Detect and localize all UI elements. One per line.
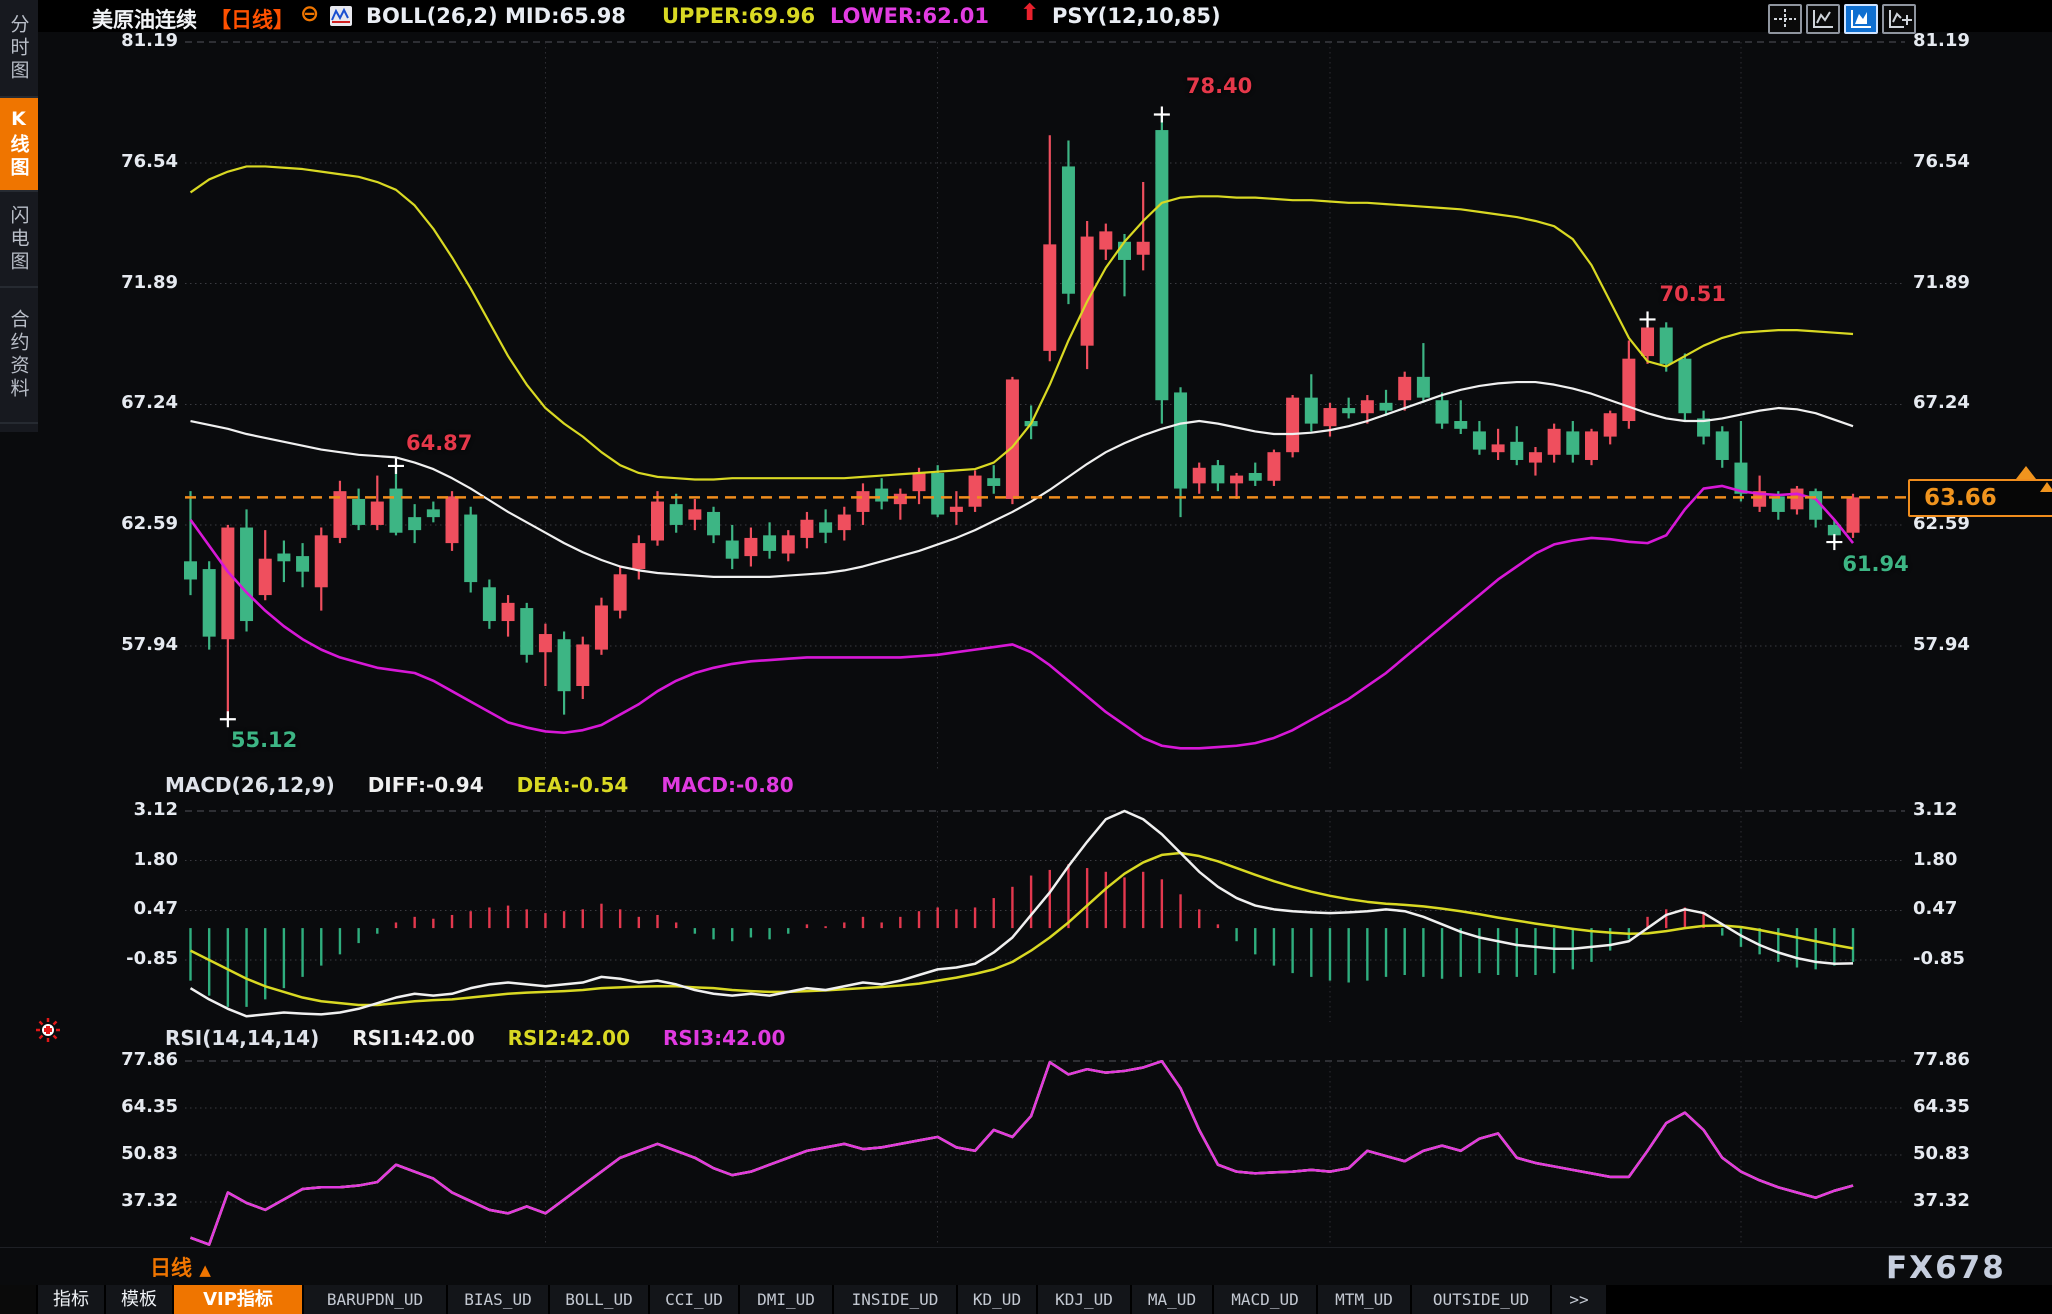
footer-divider — [0, 1247, 2052, 1248]
bottom-tab-MA_UD[interactable]: MA_UD — [1132, 1285, 1212, 1314]
bottom-tab-BOLL_UD[interactable]: BOLL_UD — [550, 1285, 648, 1314]
macd-macd-value: MACD:-0.80 — [661, 773, 793, 797]
y-axis-label: 1.80 — [100, 849, 178, 870]
price-low-annotation: 55.12 — [231, 728, 297, 752]
bottom-tab-OUTSIDE_UD[interactable]: OUTSIDE_UD — [1412, 1285, 1550, 1314]
rsi-legend: RSI(14,14,14) RSI1:42.00 RSI2:42.00 RSI3… — [165, 1026, 811, 1050]
macd-legend: MACD(26,12,9) DIFF:-0.94 DEA:-0.54 MACD:… — [165, 773, 820, 797]
y-axis-label: 64.35 — [1913, 1096, 1970, 1117]
tab-bar-spacer — [0, 1285, 36, 1314]
y-axis-label: 67.24 — [1913, 392, 1970, 413]
indicator-mini-icon[interactable] — [330, 6, 352, 26]
scroll-latest-icon[interactable] — [2016, 466, 2036, 479]
y-axis-label: 71.89 — [1913, 272, 1970, 293]
bottom-tab-bar: 指标模板VIP指标BARUPDN_UDBIAS_UDBOLL_UDCCI_UDD… — [0, 1285, 2052, 1314]
layout-add-icon[interactable] — [1882, 4, 1916, 34]
bottom-tab-模板[interactable]: 模板 — [106, 1285, 172, 1314]
y-axis-label: 71.89 — [100, 272, 178, 293]
up-arrow-icon: ⬆ — [1020, 0, 1039, 26]
y-axis-label: 57.94 — [100, 634, 178, 655]
bottom-tab-VIP指标[interactable]: VIP指标 — [174, 1285, 302, 1314]
watermark: FX678 — [1886, 1250, 2006, 1286]
bottom-tab-BARUPDN_UD[interactable]: BARUPDN_UD — [304, 1285, 446, 1314]
bottom-tab-MTM_UD[interactable]: MTM_UD — [1318, 1285, 1410, 1314]
layout-single-icon[interactable] — [1806, 4, 1840, 34]
sidebar-item-1[interactable]: K线图 — [0, 98, 38, 192]
latest-marker-icon — [2040, 482, 2052, 492]
y-axis-label: -0.85 — [100, 948, 178, 969]
period-selector[interactable]: 日线 ▲ — [150, 1252, 211, 1282]
macd-diff-value: DIFF:-0.94 — [368, 773, 484, 797]
symbol-title: 美原油连续 — [92, 4, 197, 34]
sidebar-item-3[interactable]: 合约资料 — [0, 288, 38, 424]
psy-legend: PSY(12,10,85) — [1052, 4, 1221, 28]
last-price-tag: 63.66 — [1908, 479, 2052, 517]
boll-legend: BOLL(26,2) MID:65.98 — [366, 4, 626, 28]
bottom-tab-DMI_UD[interactable]: DMI_UD — [740, 1285, 832, 1314]
rsi-title: RSI(14,14,14) — [165, 1026, 319, 1050]
y-axis-label: 64.35 — [100, 1096, 178, 1117]
y-axis-label: 1.80 — [1913, 849, 1957, 870]
bottom-tab-指标[interactable]: 指标 — [38, 1285, 104, 1314]
y-axis-label: 3.12 — [100, 799, 178, 820]
bottom-tab-KD_UD[interactable]: KD_UD — [958, 1285, 1036, 1314]
rsi3-value: RSI3:42.00 — [663, 1026, 785, 1050]
macd-dea-value: DEA:-0.54 — [517, 773, 629, 797]
sidebar-item-2[interactable]: 闪电图 — [0, 192, 38, 288]
bottom-tab-more[interactable]: >> — [1552, 1285, 1606, 1314]
bottom-tab-MACD_UD[interactable]: MACD_UD — [1214, 1285, 1316, 1314]
rsi2-value: RSI2:42.00 — [508, 1026, 630, 1050]
boll-lower-legend: LOWER:62.01 — [830, 4, 989, 28]
y-axis-label: 37.32 — [1913, 1190, 1970, 1211]
y-axis-label: 57.94 — [1913, 634, 1970, 655]
rsi1-value: RSI1:42.00 — [352, 1026, 474, 1050]
sidebar-item-0[interactable]: 分时图 — [0, 0, 38, 98]
layout-split-icon[interactable] — [1844, 4, 1878, 34]
bottom-tab-KDJ_UD[interactable]: KDJ_UD — [1038, 1285, 1130, 1314]
chart-canvas[interactable] — [0, 0, 2052, 1314]
bottom-tab-CCI_UD[interactable]: CCI_UD — [650, 1285, 738, 1314]
y-axis-label: 77.86 — [100, 1049, 178, 1070]
sidebar: 分时图K线图闪电图合约资料 — [0, 0, 38, 432]
y-axis-label: 67.24 — [100, 392, 178, 413]
y-axis-label: 37.32 — [100, 1190, 178, 1211]
boll-upper-legend: UPPER:69.96 — [662, 4, 815, 28]
chevron-up-icon: ▲ — [199, 1261, 211, 1279]
y-axis-label: 77.86 — [1913, 1049, 1970, 1070]
price-high-annotation: 70.51 — [1660, 282, 1726, 306]
y-axis-label: 62.59 — [100, 513, 178, 534]
pan-crosshair-icon[interactable] — [1768, 4, 1802, 34]
zoom-out-icon[interactable]: ⊖ — [300, 1, 319, 27]
period-tag: 【日线】 — [210, 4, 294, 34]
title-bar: 美原油连续 【日线】 ⊖ BOLL(26,2) MID:65.98 UPPER:… — [0, 0, 2052, 32]
y-axis-label: 76.54 — [100, 151, 178, 172]
macd-title: MACD(26,12,9) — [165, 773, 335, 797]
y-axis-label: 76.54 — [1913, 151, 1970, 172]
y-axis-label: -0.85 — [1913, 948, 1965, 969]
y-axis-label: 50.83 — [100, 1143, 178, 1164]
bottom-tab-INSIDE_UD[interactable]: INSIDE_UD — [834, 1285, 956, 1314]
y-axis-label: 0.47 — [1913, 898, 1957, 919]
y-axis-label: 50.83 — [1913, 1143, 1970, 1164]
trading-terminal: 美原油连续 【日线】 ⊖ BOLL(26,2) MID:65.98 UPPER:… — [0, 0, 2052, 1314]
price-high-annotation: 64.87 — [406, 431, 472, 455]
y-axis-label: 81.19 — [1913, 30, 1970, 51]
y-axis-label: 3.12 — [1913, 799, 1957, 820]
y-axis-label: 0.47 — [100, 898, 178, 919]
price-low-annotation: 61.94 — [1842, 552, 1908, 576]
realtime-alert-icon — [36, 1018, 60, 1046]
price-high-annotation: 78.40 — [1186, 74, 1252, 98]
bottom-tab-BIAS_UD[interactable]: BIAS_UD — [448, 1285, 548, 1314]
